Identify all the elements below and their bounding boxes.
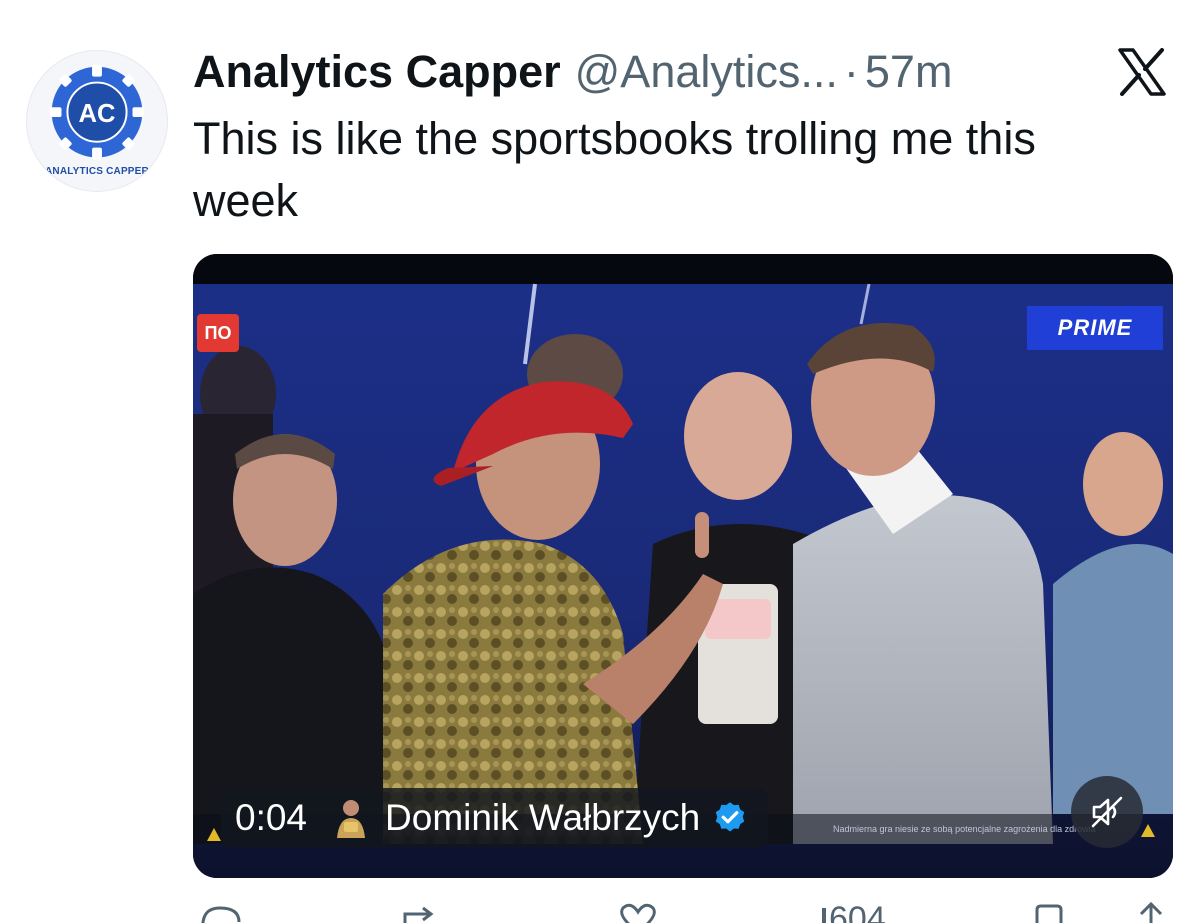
tweet-header: Analytics Capper @Analytics... · 57m: [193, 44, 952, 100]
repost-icon[interactable]: [395, 902, 451, 923]
post-timestamp[interactable]: 57m: [865, 44, 953, 100]
author-avatar[interactable]: AC ANALYTICS CAPPER: [26, 50, 168, 192]
avatar-initials: AC: [78, 100, 115, 128]
separator-dot: ·: [843, 46, 859, 97]
tweet-text: This is like the sportsbooks trolling me…: [193, 113, 1036, 226]
uploader-avatar[interactable]: [333, 798, 369, 838]
tweet-actions-bar: 604: [193, 902, 1173, 923]
mute-toggle-button[interactable]: [1071, 776, 1143, 848]
channel-logo: ΠO: [197, 314, 239, 352]
author-display-name[interactable]: Analytics Capper: [193, 44, 561, 100]
verified-badge-icon: [716, 802, 745, 832]
warning-icon: [207, 828, 221, 841]
video-frame: [193, 254, 1173, 878]
video-info-overlay: 0:04 Dominik Wałbrzych: [221, 788, 769, 848]
views-icon: [822, 908, 826, 923]
uploader-name[interactable]: Dominik Wałbrzych: [385, 788, 700, 848]
like-icon[interactable]: [613, 902, 663, 923]
warning-icon: [1141, 824, 1155, 837]
muted-speaker-icon: [1091, 796, 1123, 828]
bookmark-icon[interactable]: [1029, 902, 1069, 923]
reply-icon[interactable]: [197, 902, 243, 923]
video-timecode: 0:04: [235, 797, 308, 838]
share-icon[interactable]: [1131, 902, 1171, 923]
video-player[interactable]: ΠO PRIME Nadmierna gra niesie ze sobą po…: [193, 254, 1173, 878]
x-logo-icon[interactable]: [1112, 44, 1172, 100]
event-logo: PRIME: [1027, 306, 1163, 350]
author-handle[interactable]: @Analytics...: [575, 44, 838, 100]
views-count[interactable]: 604: [829, 902, 886, 923]
avatar-brand-text: ANALYTICS CAPPER: [45, 166, 149, 177]
